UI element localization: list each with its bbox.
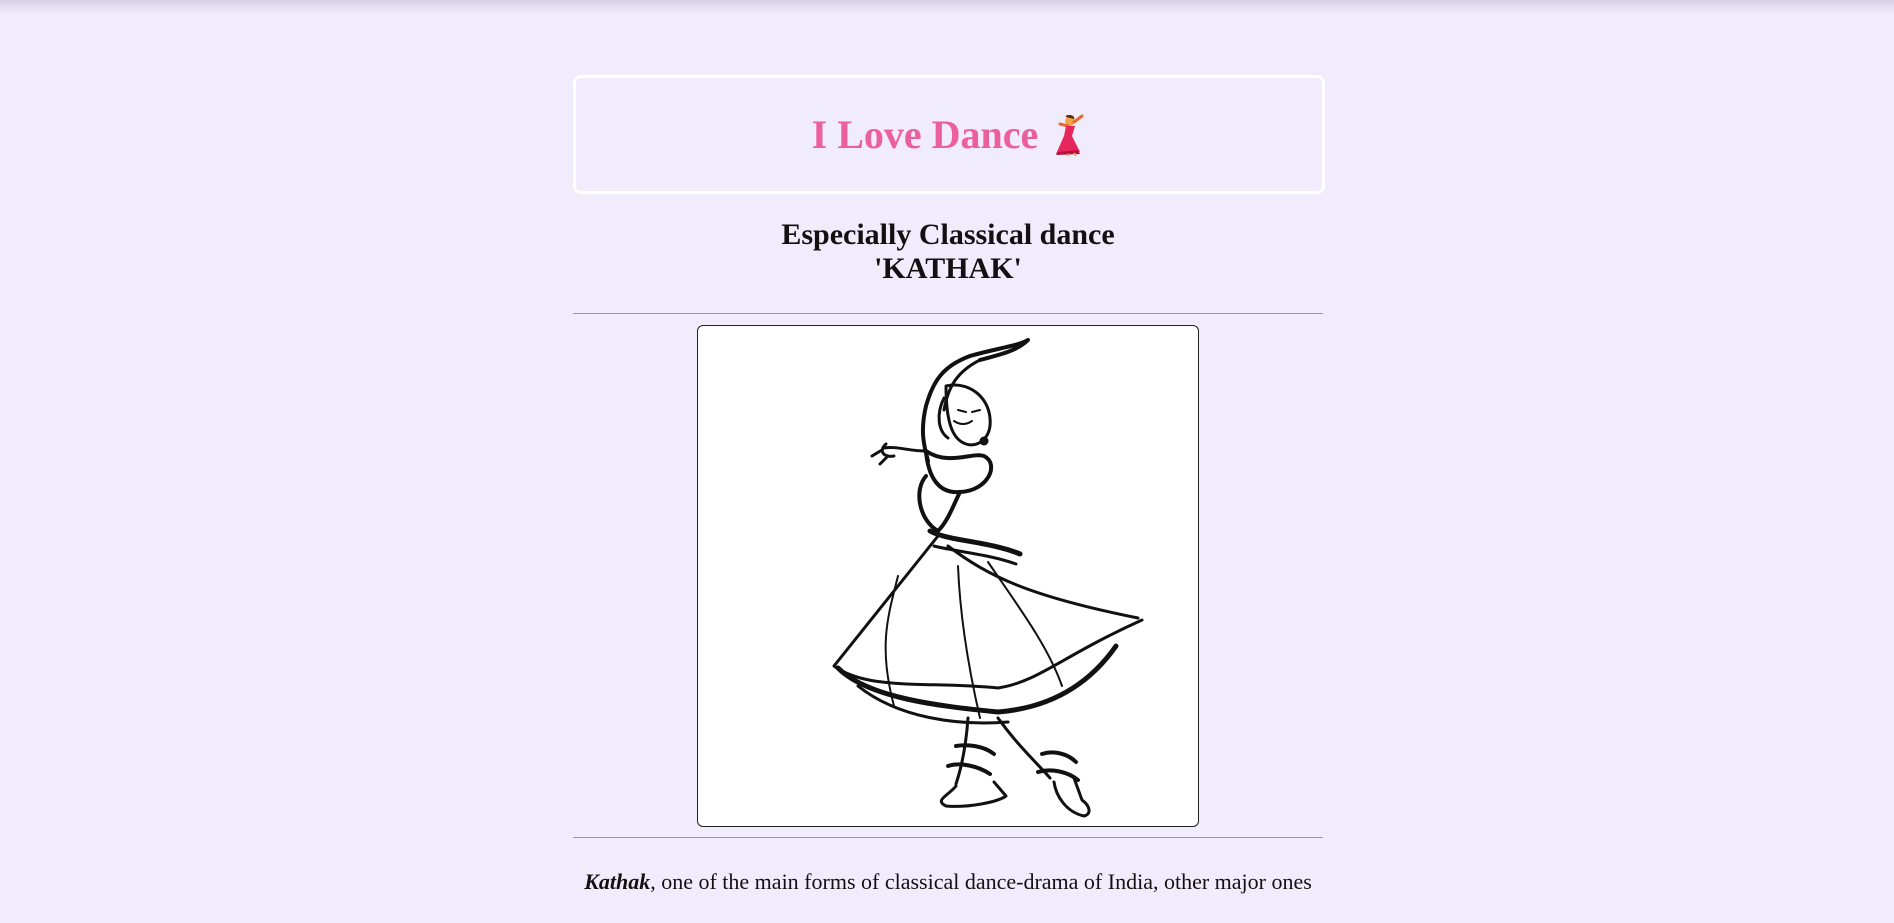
subtitle: Especially Classical dance 'KATHAK' [573,218,1323,286]
title-box: I Love Dance [573,75,1325,194]
subtitle-line-2: 'KATHAK' [874,252,1022,285]
intro-text: , one of the main forms of classical dan… [650,869,1312,894]
top-shadow [0,0,1894,14]
page-title: I Love Dance [812,111,1087,158]
divider-top [573,313,1323,314]
intro-term: Kathak [584,869,651,894]
page-title-text: I Love Dance [811,112,1039,157]
intro-paragraph: Kathak, one of the main forms of classic… [573,862,1323,902]
kathak-image [697,325,1199,827]
kathak-dancer-drawing [832,338,1144,818]
dancer-emoji-icon [1056,114,1084,156]
subtitle-line-1: Especially Classical dance [781,218,1115,251]
divider-bottom [573,837,1323,838]
